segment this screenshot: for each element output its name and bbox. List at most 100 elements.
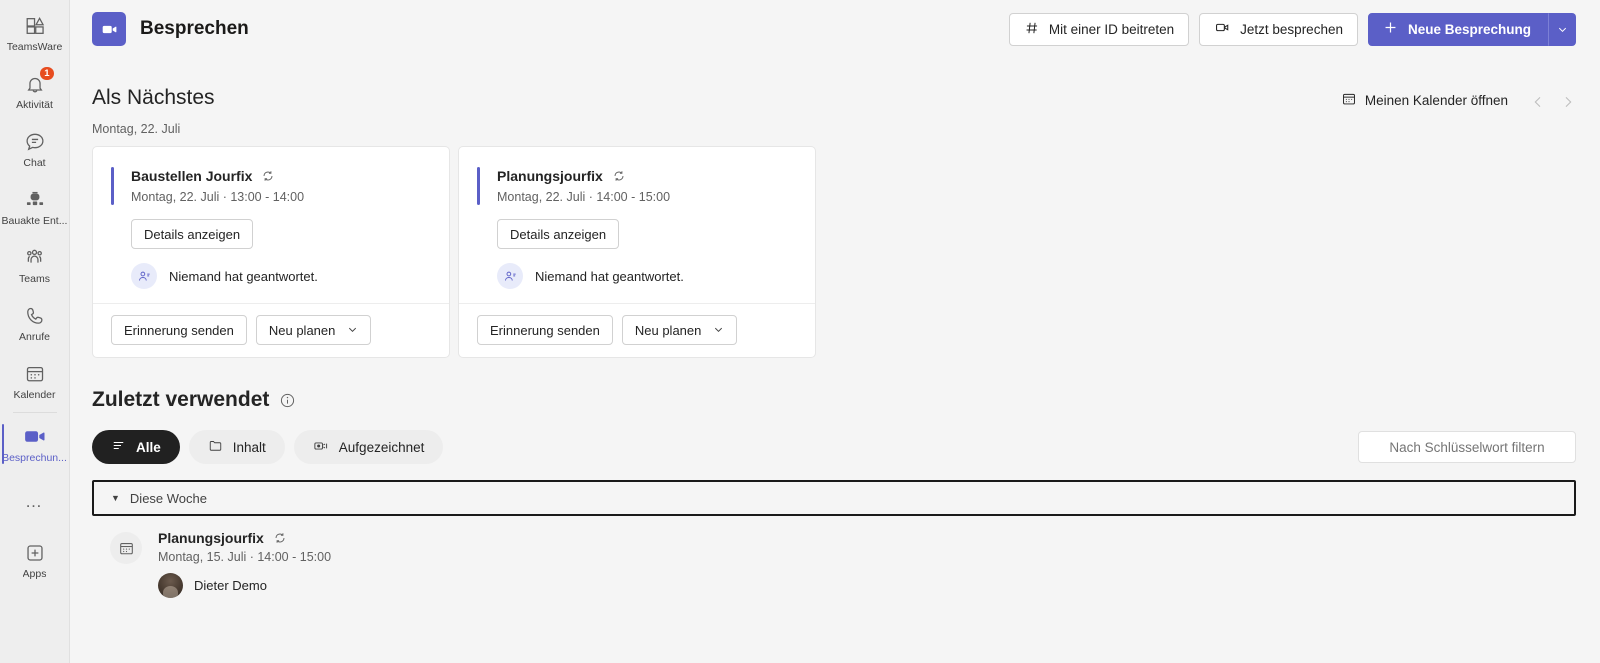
new-meeting-label: Neue Besprechung xyxy=(1407,21,1531,37)
send-reminder-button[interactable]: Erinnerung senden xyxy=(111,315,247,345)
plus-icon xyxy=(1382,19,1399,39)
video-camera-icon xyxy=(1214,19,1231,39)
calendar-icon xyxy=(24,362,46,386)
hash-icon xyxy=(1024,20,1040,39)
activity-badge: 1 xyxy=(39,65,55,81)
filter-tab-label: Aufgezeichnet xyxy=(338,439,425,455)
calendar-icon xyxy=(1341,91,1357,110)
sidebar-item-label: Anrufe xyxy=(19,330,50,343)
upnext-title: Als Nächstes xyxy=(92,86,215,109)
meeting-card[interactable]: Planungsjourfix Montag, 22. Juli · 14:00… xyxy=(458,146,816,358)
apps-plus-icon xyxy=(24,541,46,565)
list-item-body: Planungsjourfix Montag, 15. Juli · 14:00… xyxy=(158,530,331,598)
new-meeting-caret-button[interactable] xyxy=(1548,12,1576,46)
meeting-accent-bar xyxy=(111,167,114,205)
main-region: Besprechen Mit einer ID beitreten Jetzt … xyxy=(70,0,1600,663)
people-icon xyxy=(131,263,157,289)
filter-tab-label: Alle xyxy=(136,439,161,455)
chevron-down-icon xyxy=(347,323,358,338)
list-item[interactable]: Planungsjourfix Montag, 15. Juli · 14:00… xyxy=(92,516,1576,598)
new-meeting-split-button: Neue Besprechung xyxy=(1367,12,1576,46)
meeting-time: Montag, 22. Juli · 14:00 - 15:00 xyxy=(497,190,671,204)
show-details-button[interactable]: Details anzeigen xyxy=(131,219,254,249)
show-details-button[interactable]: Details anzeigen xyxy=(497,219,620,249)
app-robot-icon xyxy=(24,188,46,212)
sidebar-item-label: Chat xyxy=(23,156,46,169)
meeting-title: Baustellen Jourfix xyxy=(131,168,253,184)
info-icon[interactable] xyxy=(279,392,296,409)
upnext-header: Als Nächstes Meinen Kalender öffnen xyxy=(92,58,1576,110)
chat-icon xyxy=(24,130,46,154)
sidebar-item-label: Besprechun... xyxy=(2,451,67,464)
list-item-person-name: Dieter Demo xyxy=(194,578,267,593)
list-item-time: Montag, 15. Juli · 14:00 - 15:00 xyxy=(158,550,332,564)
filter-tab-aufgezeichnet[interactable]: Aufgezeichnet xyxy=(293,430,444,464)
more-dots-icon: … xyxy=(25,492,44,511)
folder-icon xyxy=(208,438,223,456)
people-icon xyxy=(497,263,523,289)
meeting-response-text: Niemand hat geantwortet. xyxy=(169,268,318,284)
sidebar-item-chat[interactable]: Chat xyxy=(0,120,70,178)
sidebar-item-label: Apps xyxy=(22,567,47,580)
sidebar-item-kalender[interactable]: Kalender xyxy=(0,352,70,410)
meet-now-label: Jetzt besprechen xyxy=(1240,21,1343,37)
filter-tab-inhalt[interactable]: Inhalt xyxy=(188,430,285,464)
meeting-title: Planungsjourfix xyxy=(497,168,603,184)
app-header: Besprechen Mit einer ID beitreten Jetzt … xyxy=(70,0,1600,58)
recent-title: Zuletzt verwendet xyxy=(92,388,270,411)
recent-group-header[interactable]: ▼ Diese Woche xyxy=(92,480,1576,516)
reschedule-label: Neu planen xyxy=(634,322,702,338)
sidebar-item-label: Teams xyxy=(19,272,50,285)
open-my-calendar-label: Meinen Kalender öffnen xyxy=(1364,93,1508,108)
header-actions: Mit einer ID beitreten Jetzt besprechen xyxy=(1008,12,1576,46)
bell-icon: 1 xyxy=(24,65,55,96)
meeting-time: Montag, 22. Juli · 13:00 - 14:00 xyxy=(131,190,305,204)
meeting-card[interactable]: Baustellen Jourfix Montag, 22. Juli · 13… xyxy=(92,146,450,358)
sidebar-item-label: Bauakte Ent... xyxy=(1,214,68,227)
sidebar-item-aktivitaet[interactable]: 1 Aktivität xyxy=(0,62,70,120)
rail-divider xyxy=(12,412,57,413)
list-item-person: Dieter Demo xyxy=(158,573,331,598)
meeting-accent-bar xyxy=(477,167,480,205)
sidebar-item-label: Aktivität xyxy=(16,98,53,111)
new-meeting-button[interactable]: Neue Besprechung xyxy=(1367,12,1548,46)
chevron-down-icon xyxy=(713,323,724,338)
sidebar-more-button[interactable]: … xyxy=(0,473,70,531)
chevron-right-icon[interactable] xyxy=(1560,94,1576,110)
sidebar-item-bauakte[interactable]: Bauakte Ent... xyxy=(0,178,70,236)
meeting-card-body: Planungsjourfix Montag, 22. Juli · 14:00… xyxy=(459,147,815,303)
join-with-id-button[interactable]: Mit einer ID beitreten xyxy=(1008,12,1190,46)
teams-app-window: TeamsWare 1 Aktivität Chat Bauakte Ent..… xyxy=(0,0,1600,663)
video-camera-icon xyxy=(22,425,47,449)
sidebar-item-besprechungen[interactable]: Besprechun... xyxy=(0,415,70,473)
meet-now-button[interactable]: Jetzt besprechen xyxy=(1199,12,1358,46)
recording-icon xyxy=(313,438,329,457)
sidebar-item-teams[interactable]: Teams xyxy=(0,236,70,294)
keyword-filter-button[interactable]: Nach Schlüsselwort filtern xyxy=(1358,431,1576,463)
filter-tab-label: Inhalt xyxy=(232,439,266,455)
reschedule-label: Neu planen xyxy=(268,322,336,338)
filter-tab-alle[interactable]: Alle xyxy=(92,430,180,464)
list-item-title: Planungsjourfix xyxy=(158,530,264,546)
reschedule-button[interactable]: Neu planen xyxy=(255,315,372,345)
recent-filter-row: Alle Inhalt Aufgezeichnet Nach Schlüssel… xyxy=(92,430,1576,464)
reschedule-button[interactable]: Neu planen xyxy=(621,315,738,345)
open-my-calendar-link[interactable]: Meinen Kalender öffnen xyxy=(1341,91,1508,110)
send-reminder-button[interactable]: Erinnerung senden xyxy=(477,315,613,345)
teamsware-icon xyxy=(24,14,46,38)
sidebar-item-label: Kalender xyxy=(13,388,56,401)
meeting-response-row: Niemand hat geantwortet. xyxy=(131,263,429,289)
list-icon xyxy=(111,438,126,456)
meeting-card-texts: Planungsjourfix Montag, 22. Juli · 14:00… xyxy=(497,167,670,204)
upnext-day-label: Montag, 22. Juli xyxy=(92,122,181,136)
recent-group-label: Diese Woche xyxy=(129,490,207,506)
meeting-card-titlerow: Planungsjourfix Montag, 22. Juli · 14:00… xyxy=(477,167,795,205)
content-area: Als Nächstes Meinen Kalender öffnen Mont… xyxy=(70,58,1600,663)
chevron-left-icon[interactable] xyxy=(1530,94,1546,110)
sidebar-item-anrufe[interactable]: Anrufe xyxy=(0,294,70,352)
upnext-cards: Baustellen Jourfix Montag, 22. Juli · 13… xyxy=(92,146,1576,358)
meeting-card-title-row: Baustellen Jourfix xyxy=(131,167,304,185)
recent-header: Zuletzt verwendet xyxy=(92,388,1576,412)
sidebar-item-teamsware[interactable]: TeamsWare xyxy=(0,4,70,62)
sidebar-item-apps[interactable]: Apps xyxy=(0,531,70,589)
